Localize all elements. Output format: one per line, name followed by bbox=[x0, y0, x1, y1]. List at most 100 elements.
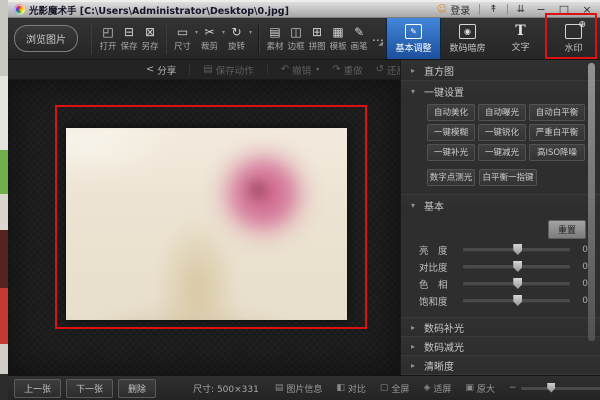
annotation-box-watermark bbox=[545, 13, 597, 59]
slider-thumb[interactable] bbox=[513, 261, 522, 272]
login-button[interactable]: ☺ 登录 bbox=[437, 2, 470, 17]
digital-spot-meter-button[interactable]: 数字点测光 bbox=[427, 169, 475, 186]
slider-thumb[interactable] bbox=[513, 278, 522, 289]
section-histogram-label: 直方图 bbox=[424, 63, 454, 78]
onekey-fill-light-button[interactable]: 一键补光 bbox=[427, 144, 475, 161]
next-image-button[interactable]: 下一张 bbox=[66, 379, 113, 398]
chevron-down-icon[interactable]: ▾ bbox=[249, 29, 252, 36]
toolbar-resize[interactable]: ▭ 尺寸 ▾ bbox=[174, 25, 191, 52]
image-info-button[interactable]: ▤ 图片信息 bbox=[275, 382, 323, 395]
toolbar-material[interactable]: ▤ 素材 bbox=[267, 25, 284, 52]
saturation-label: 饱和度 bbox=[419, 294, 455, 308]
onekey-dim-light-button[interactable]: 一键减光 bbox=[478, 144, 526, 161]
divider bbox=[91, 24, 92, 54]
section-clarity[interactable]: ▸ 清晰度 bbox=[401, 355, 600, 374]
toolbar-open[interactable]: ◰ 打开 bbox=[99, 25, 116, 52]
toolbar-more[interactable]: ⋯ ◢ bbox=[372, 30, 384, 47]
toolbar-save-as[interactable]: ⊠ 另存 bbox=[142, 25, 159, 52]
save-action-label: 保存动作 bbox=[216, 63, 254, 77]
chevron-right-icon: ▸ bbox=[411, 361, 418, 370]
slider-thumb[interactable] bbox=[513, 295, 522, 306]
chevron-down-icon: ▾ bbox=[411, 201, 418, 210]
share-button[interactable]: < 分享 bbox=[146, 63, 176, 77]
toolbar-save[interactable]: ⊟ 保存 bbox=[121, 25, 138, 52]
save-as-icon: ⊠ bbox=[145, 25, 155, 39]
chevron-down-icon[interactable]: ▾ bbox=[316, 66, 319, 73]
slider-thumb[interactable] bbox=[513, 244, 522, 255]
chevron-down-icon[interactable]: ▾ bbox=[195, 29, 198, 36]
action-bar: < 分享 ▤ 保存动作 ↶ 撤销 ▾ ↷ 重做 ↺ 还原 bbox=[8, 60, 408, 80]
saturation-slider[interactable] bbox=[463, 299, 570, 302]
fit-screen-icon: ◈ bbox=[423, 383, 430, 393]
section-list: ▸ 数码补光 ▸ 数码减光 ▸ 清晰度 ▸ 色阶 ▸ 曲线 bbox=[401, 317, 600, 375]
toolbar-rotate[interactable]: ↻ 旋转 ▾ bbox=[228, 25, 245, 52]
template-icon: ▦ bbox=[332, 25, 343, 39]
actual-size-button[interactable]: ▣ 原大 bbox=[465, 382, 495, 395]
fit-screen-button[interactable]: ◈ 适屏 bbox=[423, 382, 451, 395]
share-icon: < bbox=[146, 64, 154, 75]
toolbar-template[interactable]: ▦ 模板 bbox=[330, 25, 347, 52]
save-action-button[interactable]: ▤ 保存动作 bbox=[203, 63, 253, 77]
chevron-down-icon[interactable]: ▾ bbox=[222, 29, 225, 36]
zoom-out-button[interactable]: − bbox=[509, 383, 517, 393]
toolbar-crop[interactable]: ✂ 裁剪 ▾ bbox=[201, 25, 218, 52]
auto-white-balance-button[interactable]: 自动白平衡 bbox=[529, 104, 585, 121]
desktop-fragment bbox=[0, 0, 8, 76]
auto-exposure-button[interactable]: 自动曝光 bbox=[478, 104, 526, 121]
high-iso-denoise-button[interactable]: 高ISO降噪 bbox=[529, 144, 585, 161]
white-balance-onetouch-button[interactable]: 白平衡一指键 bbox=[479, 169, 537, 186]
upgrade-icon[interactable]: ↟ bbox=[489, 4, 497, 15]
divider bbox=[479, 4, 480, 15]
tab-text[interactable]: T 文字 bbox=[494, 18, 547, 59]
contrast-slider[interactable] bbox=[463, 265, 570, 268]
divider bbox=[267, 64, 268, 75]
tab-digital-darkroom[interactable]: ◉ 数码暗房 bbox=[441, 18, 494, 59]
auto-beautify-button[interactable]: 自动美化 bbox=[427, 104, 475, 121]
toolbar-brush[interactable]: ✎ 画笔 bbox=[351, 25, 368, 52]
undo-button[interactable]: ↶ 撤销 ▾ bbox=[281, 63, 319, 77]
section-histogram[interactable]: ▸ 直方图 bbox=[401, 60, 600, 80]
crop-icon: ✂ bbox=[205, 25, 215, 39]
app-window: 光影魔术手 [C:\Users\Administrator\Desktop\0.… bbox=[8, 2, 600, 400]
delete-image-button[interactable]: 删除 bbox=[118, 379, 156, 398]
section-onekey[interactable]: ▾ 一键设置 bbox=[401, 80, 600, 101]
rotate-icon: ↻ bbox=[232, 25, 242, 39]
tab-basic-adjust[interactable]: ✎ 基本调整 bbox=[386, 18, 441, 59]
image-canvas[interactable] bbox=[8, 80, 400, 375]
camera-icon: ◉ bbox=[459, 24, 476, 39]
compare-icon: ◧ bbox=[336, 383, 345, 393]
panel-scrollbar[interactable] bbox=[588, 63, 595, 341]
reset-button[interactable]: 重置 bbox=[548, 220, 586, 239]
save-icon: ⊟ bbox=[124, 25, 134, 39]
previous-image-button[interactable]: 上一张 bbox=[14, 379, 61, 398]
compare-label: 对比 bbox=[348, 382, 366, 395]
section-basic[interactable]: ▾ 基本 bbox=[401, 194, 600, 215]
redo-button[interactable]: ↷ 重做 bbox=[332, 63, 362, 77]
browse-images-button[interactable]: 浏览图片 bbox=[14, 25, 78, 52]
section-basic-label: 基本 bbox=[424, 198, 444, 213]
brightness-slider[interactable] bbox=[463, 248, 570, 251]
tab-text-label: 文字 bbox=[512, 40, 530, 53]
toolbar-material-label: 素材 bbox=[267, 40, 284, 52]
fullscreen-button[interactable]: ▢ 全屏 bbox=[380, 382, 410, 395]
onekey-sharpen-button[interactable]: 一键锐化 bbox=[478, 124, 526, 141]
section-digital-fill-light[interactable]: ▸ 数码补光 bbox=[401, 317, 600, 336]
hue-label: 色 相 bbox=[419, 277, 455, 291]
compare-button[interactable]: ◧ 对比 bbox=[336, 382, 366, 395]
severe-white-balance-button[interactable]: 严重白平衡 bbox=[529, 124, 585, 141]
undo-label: 撤销 bbox=[292, 63, 311, 77]
hue-value: 0 bbox=[578, 279, 588, 289]
titlebar[interactable]: 光影魔术手 [C:\Users\Administrator\Desktop\0.… bbox=[8, 2, 600, 18]
brightness-value: 0 bbox=[578, 245, 588, 255]
section-digital-dim-light[interactable]: ▸ 数码减光 bbox=[401, 336, 600, 355]
toolbar-collage[interactable]: ⊞ 拼图 bbox=[309, 25, 326, 52]
onekey-blur-button[interactable]: 一键模糊 bbox=[427, 124, 475, 141]
zoom-slider[interactable] bbox=[521, 387, 600, 390]
toolbar-crop-label: 裁剪 bbox=[201, 40, 218, 52]
hue-slider[interactable] bbox=[463, 282, 570, 285]
section-digital-fill-light-label: 数码补光 bbox=[424, 320, 464, 335]
toolbar-border[interactable]: ◫ 边框 bbox=[288, 25, 305, 52]
desktop-fragment bbox=[0, 374, 8, 400]
zoom-slider-thumb[interactable] bbox=[547, 383, 555, 393]
skin-menu-icon[interactable]: ⇊ bbox=[517, 4, 525, 15]
